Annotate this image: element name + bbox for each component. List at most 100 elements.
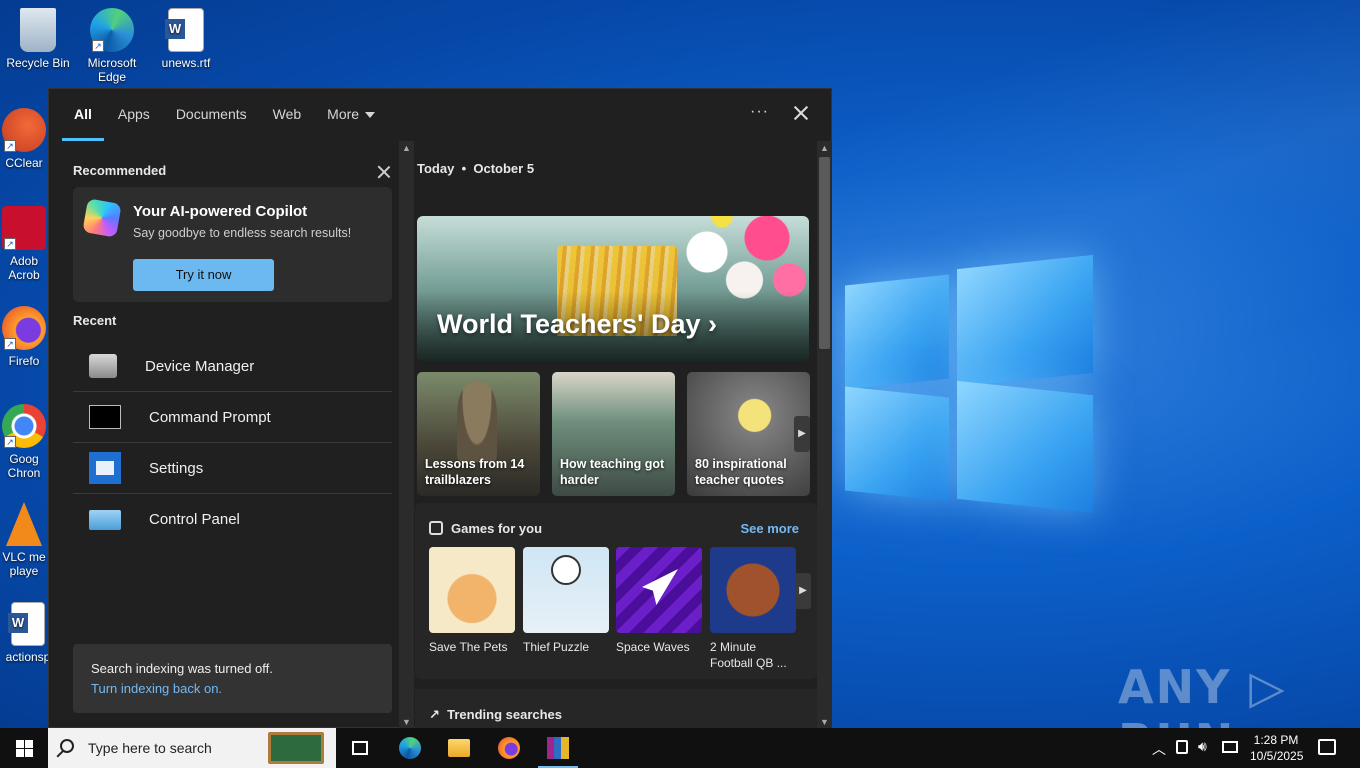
story-card[interactable]: 80 inspirational teacher quotes [687, 372, 810, 496]
scroll-down-arrow[interactable]: ▼ [817, 715, 832, 729]
tab-apps[interactable]: Apps [105, 89, 163, 141]
file-explorer-icon [448, 739, 470, 757]
control-panel-icon [89, 509, 121, 530]
device-manager-icon [89, 354, 117, 378]
windows-logo [845, 254, 1095, 514]
scroll-up-arrow[interactable]: ▲ [399, 141, 414, 155]
close-search-button[interactable] [791, 103, 811, 123]
game-thumbnail [429, 547, 515, 633]
hero-title: World Teachers' Day › [437, 309, 718, 339]
tab-documents[interactable]: Documents [163, 89, 260, 141]
ccleaner-icon: ↗ [2, 108, 46, 152]
desktop-icon-unews[interactable]: W unews.rtf [148, 8, 224, 70]
recycle-bin-icon [20, 8, 56, 52]
desktop-icon-acrobat[interactable]: ↗ Adob Acrob [0, 206, 48, 282]
try-it-now-button[interactable]: Try it now [133, 259, 274, 291]
taskbar-winrar[interactable] [534, 728, 582, 768]
taskbar-clock[interactable]: 1:28 PM 10/5/2025 [1250, 732, 1303, 764]
firefox-icon: ↗ [2, 306, 46, 350]
desktop-icon-vlc[interactable]: VLC me playe [0, 502, 48, 578]
hero-card[interactable]: World Teachers' Day › [417, 216, 809, 361]
firefox-icon [498, 737, 520, 759]
recent-item-device-manager[interactable]: Device Manager [73, 341, 392, 392]
see-more-link[interactable]: See more [740, 521, 799, 536]
game-tile[interactable]: Thief Puzzle [523, 547, 609, 655]
story-card[interactable]: Lessons from 14 trailblazers [417, 372, 540, 496]
next-games-button[interactable]: ▶ [795, 573, 811, 609]
vlc-icon [6, 502, 42, 546]
right-pane-scrollbar[interactable]: ▲ ▼ [817, 141, 832, 729]
recent-item-settings[interactable]: Settings [73, 443, 392, 494]
recent-item-control-panel[interactable]: Control Panel [73, 494, 392, 545]
meet-now-icon[interactable] [1176, 740, 1188, 754]
story-card[interactable]: How teaching got harder [552, 372, 675, 496]
trending-icon: ↗ [429, 707, 440, 722]
next-stories-button[interactable]: ▶ [794, 416, 810, 452]
chevron-up-icon[interactable]: ︿ [1152, 739, 1166, 759]
task-view-button[interactable] [336, 728, 384, 768]
search-icon [60, 739, 74, 753]
more-options-button[interactable]: ··· [750, 103, 769, 121]
game-tile[interactable]: 2 Minute Football QB ... [710, 547, 796, 671]
desktop-icon-recycle-bin[interactable]: Recycle Bin [0, 8, 76, 70]
game-tile[interactable]: Save The Pets [429, 547, 515, 655]
taskbar-search-box[interactable]: Type here to search [48, 728, 336, 768]
recent-list: Device Manager Command Prompt Settings C… [73, 341, 392, 545]
games-list: Save The Pets Thief Puzzle Space Waves 2… [429, 547, 811, 677]
left-pane-scrollbar[interactable]: ▲ ▼ [399, 141, 414, 729]
scroll-up-arrow[interactable]: ▲ [817, 141, 832, 155]
chrome-icon: ↗ [2, 404, 46, 448]
scroll-down-arrow[interactable]: ▼ [399, 715, 414, 729]
game-thumbnail [616, 547, 702, 633]
left-pane: Recommended Your AI-powered Copilot Say … [49, 141, 399, 729]
recent-heading: Recent [73, 313, 117, 328]
network-icon[interactable] [1222, 741, 1238, 753]
today-heading: Today • October 5 [417, 161, 535, 176]
system-tray: ︿ 🔊︎ [1150, 728, 1240, 768]
copilot-subtitle: Say goodbye to endless search results! [133, 226, 352, 240]
today-pane: Today • October 5 World Teachers' Day › … [415, 141, 817, 729]
indexing-notice: Search indexing was turned off. Turn ind… [73, 644, 392, 713]
chevron-down-icon [365, 112, 376, 119]
game-thumbnail [523, 547, 609, 633]
scrollbar-thumb[interactable] [819, 157, 830, 349]
search-panel: All Apps Documents Web More ··· Recommen… [48, 88, 832, 729]
dismiss-recommended-button[interactable] [377, 165, 391, 179]
recent-item-command-prompt[interactable]: Command Prompt [73, 392, 392, 443]
indexing-message: Search indexing was turned off. [91, 661, 273, 676]
desktop-icon-ccleaner[interactable]: ↗ CClear [0, 108, 48, 170]
desktop-icon-edge[interactable]: ↗ Microsoft Edge [74, 8, 150, 84]
tab-web[interactable]: Web [260, 89, 315, 141]
copilot-title: Your AI-powered Copilot [133, 203, 308, 220]
gamepad-icon [429, 521, 443, 535]
game-tile[interactable]: Space Waves [616, 547, 702, 655]
taskbar-edge[interactable] [386, 728, 434, 768]
taskbar-file-explorer[interactable] [435, 728, 483, 768]
tab-all[interactable]: All [61, 89, 105, 141]
turn-indexing-on-link[interactable]: Turn indexing back on. [91, 681, 222, 696]
story-cards: Lessons from 14 trailblazers How teachin… [417, 372, 812, 496]
copilot-card: Your AI-powered Copilot Say goodbye to e… [73, 187, 392, 302]
taskbar: Type here to search ︿ 🔊︎ 1:28 PM 10/5/20… [0, 728, 1360, 768]
search-tabs: All Apps Documents Web More ··· [49, 89, 831, 141]
volume-icon[interactable]: 🔊︎ [1198, 738, 1207, 755]
start-button[interactable] [0, 728, 48, 768]
word-document-icon: W [165, 8, 204, 52]
taskbar-firefox[interactable] [485, 728, 533, 768]
word-document-icon: W [8, 602, 45, 646]
chevron-right-icon: › [708, 309, 718, 339]
games-header: Games for you See more [429, 519, 799, 539]
adobe-acrobat-icon: ↗ [2, 206, 46, 250]
notifications-icon[interactable] [1318, 739, 1336, 755]
tab-more[interactable]: More [314, 89, 388, 141]
game-thumbnail [710, 547, 796, 633]
desktop-icon-chrome[interactable]: ↗ Goog Chron [0, 404, 48, 480]
settings-icon [89, 452, 121, 484]
copilot-icon [82, 198, 122, 238]
desktop-icon-firefox[interactable]: ↗ Firefo [0, 306, 48, 368]
statue-image [457, 382, 497, 462]
search-placeholder: Type here to search [88, 740, 212, 756]
edge-icon [399, 737, 421, 759]
windows-icon [16, 740, 24, 748]
winrar-icon [547, 737, 569, 759]
